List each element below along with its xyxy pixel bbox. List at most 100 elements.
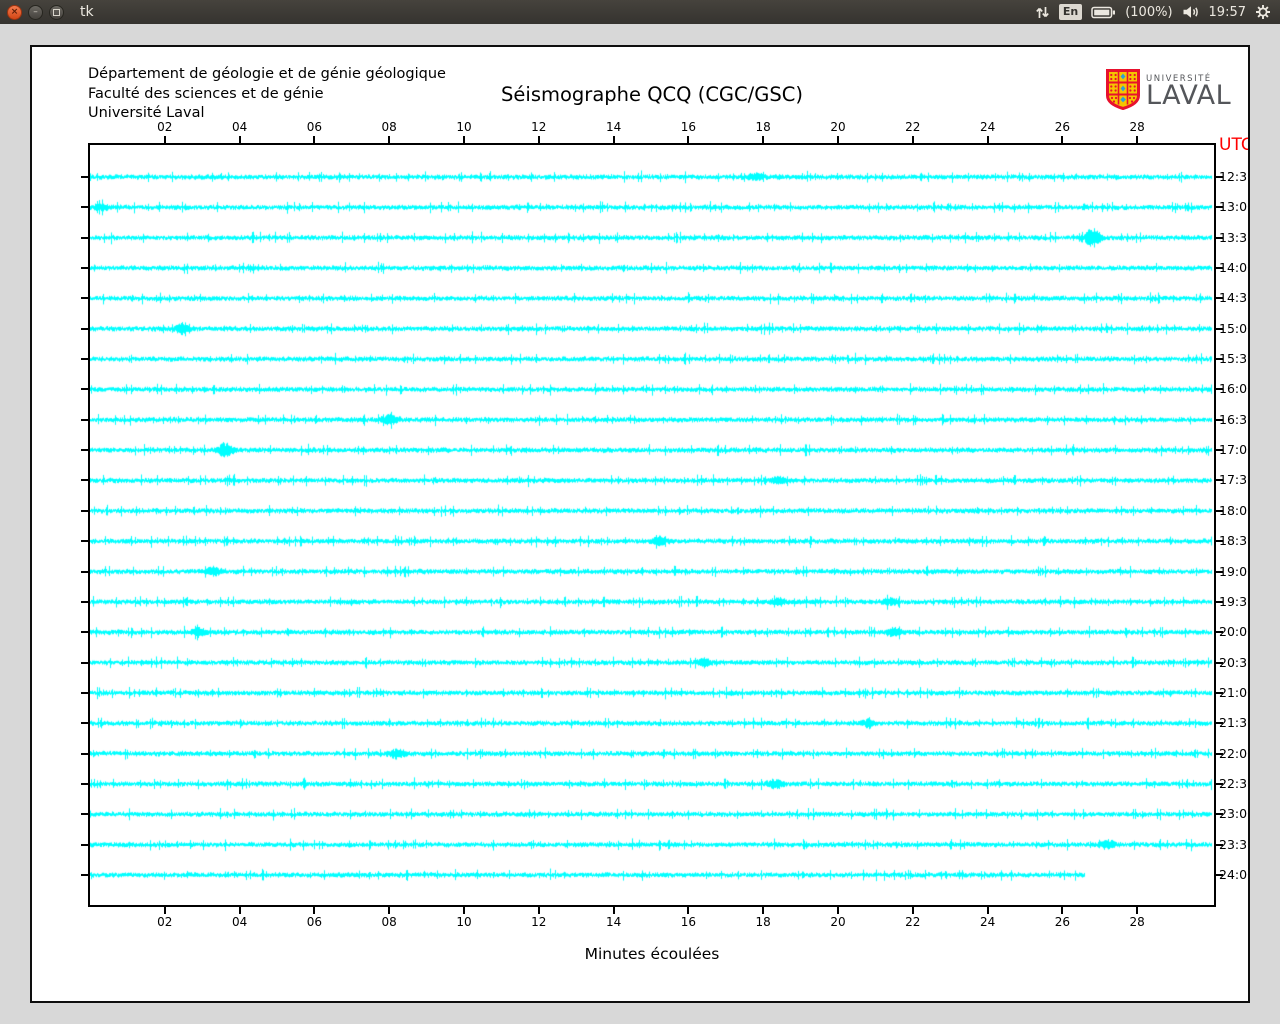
x-tick-label-bottom: 06 xyxy=(306,915,323,929)
utc-time-label: 21:30 xyxy=(1219,715,1248,731)
trace-tick-left xyxy=(81,267,88,270)
trace-tick-left xyxy=(81,843,88,846)
trace-tick-left xyxy=(81,206,88,209)
x-tick-top xyxy=(687,136,690,143)
trace-tick-left xyxy=(81,874,88,876)
x-tick-bottom xyxy=(1061,907,1064,914)
institution-line-1: Département de géologie et de génie géol… xyxy=(88,66,446,82)
trace-tick-left xyxy=(81,600,88,603)
laval-logo: UNIVERSITÉ LAVAL xyxy=(1106,69,1231,114)
battery-percent-label[interactable]: (100%) xyxy=(1125,5,1172,20)
system-top-bar: × – tk En (100%) 19:57 xyxy=(0,0,1280,24)
utc-time-label: 16:00 xyxy=(1219,381,1248,397)
volume-icon[interactable] xyxy=(1182,5,1200,19)
trace-tick-left xyxy=(81,691,88,694)
x-tick-label-bottom: 12 xyxy=(531,915,547,929)
seismogram-canvas xyxy=(88,143,1216,907)
utc-time-label: 19:30 xyxy=(1219,593,1248,609)
trace-tick-left xyxy=(81,176,88,178)
x-tick-top xyxy=(238,136,241,143)
trace-tick-left xyxy=(81,297,88,300)
x-tick-label-top: 04 xyxy=(231,120,248,134)
trace-tick-left xyxy=(81,358,88,361)
utc-time-label: 14:30 xyxy=(1219,290,1248,306)
utc-time-label: 17:00 xyxy=(1219,442,1248,458)
x-tick-top xyxy=(388,136,391,143)
utc-time-label: 15:30 xyxy=(1219,351,1248,367)
utc-time-label: 18:00 xyxy=(1219,502,1248,518)
x-tick-bottom xyxy=(612,907,615,914)
laval-wordmark: UNIVERSITÉ LAVAL xyxy=(1146,74,1231,109)
window-close-button[interactable]: × xyxy=(7,4,22,20)
seismograph-app-window: Département de géologie et de génie géol… xyxy=(30,45,1250,1003)
window-minimize-button[interactable]: – xyxy=(28,4,43,20)
trace-tick-left xyxy=(81,540,88,543)
x-tick-bottom xyxy=(687,907,690,914)
x-tick-top xyxy=(986,136,989,143)
x-tick-top xyxy=(1061,136,1064,143)
x-axis-title: Minutes écoulées xyxy=(584,945,720,963)
x-tick-label-top: 12 xyxy=(531,120,547,134)
utc-time-label: 21:00 xyxy=(1219,684,1248,700)
utc-time-label: 20:30 xyxy=(1219,654,1248,670)
x-tick-label-bottom: 14 xyxy=(605,915,622,929)
utc-time-label: 22:30 xyxy=(1219,775,1248,791)
trace-tick-left xyxy=(81,722,88,725)
x-tick-label-bottom: 26 xyxy=(1054,915,1071,929)
trace-tick-left xyxy=(81,661,88,664)
maximize-icon xyxy=(53,8,60,16)
clock-label[interactable]: 19:57 xyxy=(1209,5,1246,20)
x-tick-bottom xyxy=(238,907,241,914)
trace-tick-left xyxy=(81,752,88,755)
x-tick-top xyxy=(463,136,465,143)
x-tick-label-top: 18 xyxy=(755,120,771,134)
x-tick-top xyxy=(163,136,166,143)
x-tick-label-top: 02 xyxy=(157,120,173,134)
window-maximize-button[interactable] xyxy=(49,4,64,20)
x-tick-bottom xyxy=(537,907,540,914)
x-tick-bottom xyxy=(911,907,914,914)
utc-time-label: 23:00 xyxy=(1219,806,1248,822)
utc-time-label: 20:00 xyxy=(1219,624,1248,640)
keyboard-layout-indicator[interactable]: En xyxy=(1058,4,1083,20)
utc-time-label: 23:30 xyxy=(1219,836,1248,852)
utc-time-label: 22:00 xyxy=(1219,745,1248,761)
battery-icon[interactable] xyxy=(1091,6,1116,19)
x-tick-bottom xyxy=(163,907,166,914)
x-tick-top xyxy=(612,136,615,143)
utc-time-label: 13:00 xyxy=(1219,199,1248,215)
x-tick-label-bottom: 20 xyxy=(830,915,846,929)
x-tick-bottom xyxy=(837,907,839,914)
x-tick-top xyxy=(537,136,540,143)
x-tick-top xyxy=(837,136,839,143)
window-title: tk xyxy=(80,4,94,20)
x-tick-top xyxy=(313,136,316,143)
x-tick-label-top: 10 xyxy=(456,120,472,134)
sync-arrows-icon[interactable] xyxy=(1035,5,1050,20)
utc-time-label: 12:30 xyxy=(1219,169,1248,184)
utc-time-label: 13:30 xyxy=(1219,229,1248,245)
utc-time-label: 18:30 xyxy=(1219,533,1248,549)
trace-tick-left xyxy=(81,509,88,512)
x-tick-label-top: 20 xyxy=(830,120,846,134)
utc-axis-header: UTC xyxy=(1219,135,1250,155)
trace-tick-left xyxy=(81,631,88,634)
x-tick-label-top: 22 xyxy=(905,120,921,134)
x-tick-bottom xyxy=(313,907,316,914)
trace-tick-left xyxy=(81,782,88,785)
x-tick-label-top: 26 xyxy=(1054,120,1071,134)
x-tick-top xyxy=(1136,136,1139,143)
x-tick-top xyxy=(762,136,765,143)
laval-shield-icon xyxy=(1106,69,1140,114)
session-gear-icon[interactable] xyxy=(1255,4,1271,20)
x-tick-label-top: 28 xyxy=(1129,120,1145,134)
utc-time-label: 17:30 xyxy=(1219,472,1248,488)
x-tick-label-top: 06 xyxy=(306,120,323,134)
trace-tick-left xyxy=(81,327,88,330)
x-tick-bottom xyxy=(1136,907,1139,914)
x-tick-label-bottom: 24 xyxy=(979,915,996,929)
utc-time-label: 15:00 xyxy=(1219,320,1248,336)
trace-tick-left xyxy=(81,236,88,239)
x-tick-label-bottom: 16 xyxy=(680,915,697,929)
x-tick-label-top: 16 xyxy=(680,120,697,134)
